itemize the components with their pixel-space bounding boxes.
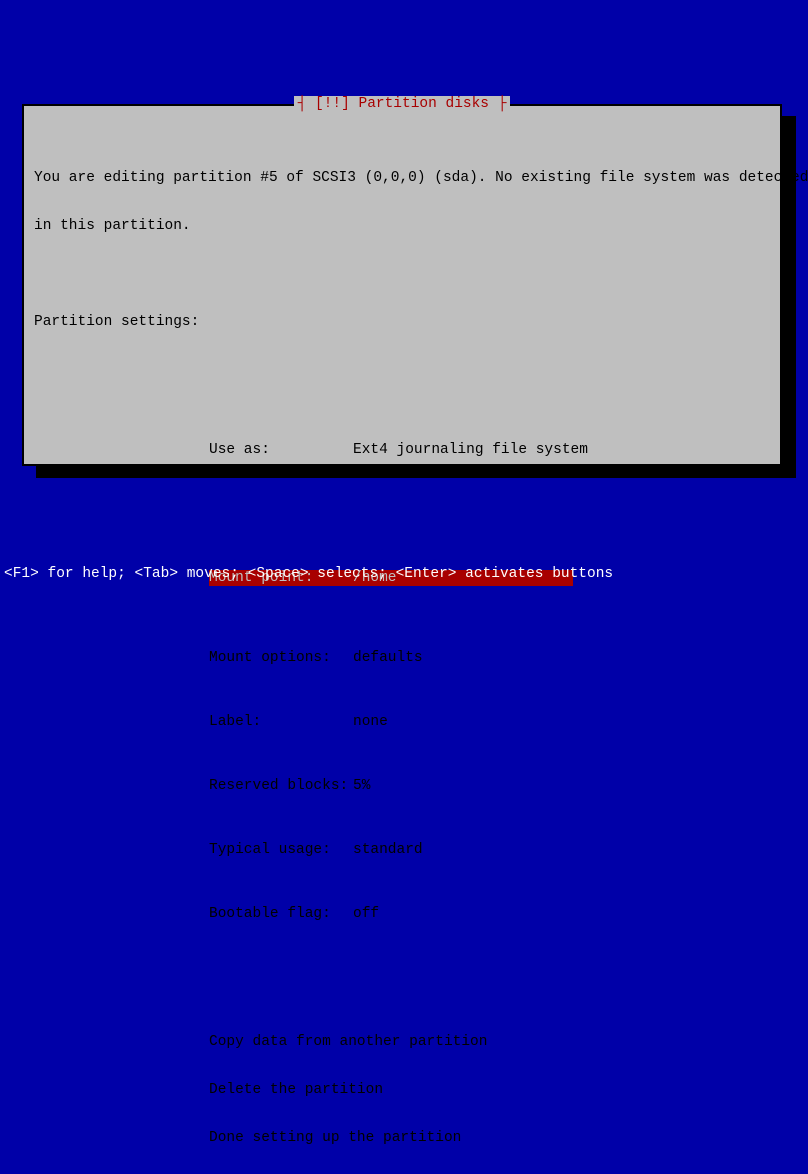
intro-line-2: in this partition.	[34, 218, 770, 234]
blank	[34, 490, 770, 506]
setting-reserved-blocks[interactable]: Reserved blocks: 5%	[34, 778, 770, 794]
intro-line-1: You are editing partition #5 of SCSI3 (0…	[34, 170, 770, 186]
setting-label: Typical usage:	[209, 842, 353, 858]
settings-header: Partition settings:	[34, 314, 770, 330]
setting-value: Ext4 journaling file system	[353, 442, 588, 458]
setting-label: Mount options:	[209, 650, 353, 666]
setting-label: Reserved blocks:	[209, 778, 353, 794]
setting-bootable-flag[interactable]: Bootable flag: off	[34, 906, 770, 922]
partition-dialog: ┤ [!!] Partition disks ├ You are editing…	[22, 104, 782, 466]
blank	[34, 970, 770, 986]
action-done[interactable]: Done setting up the partition	[34, 1130, 770, 1146]
setting-value: none	[353, 714, 388, 730]
dialog-title-wrap: ┤ [!!] Partition disks ├	[24, 96, 780, 112]
blank	[34, 362, 770, 378]
help-footer: <F1> for help; <Tab> moves; <Space> sele…	[0, 566, 808, 582]
setting-label: Use as:	[209, 442, 353, 458]
setting-use-as[interactable]: Use as: Ext4 journaling file system	[34, 442, 770, 458]
setting-mount-options[interactable]: Mount options: defaults	[34, 650, 770, 666]
setting-label-row[interactable]: Label: none	[34, 714, 770, 730]
dialog-content: You are editing partition #5 of SCSI3 (0…	[34, 114, 770, 1174]
action-copy-data[interactable]: Copy data from another partition	[34, 1034, 770, 1050]
setting-value: off	[353, 906, 379, 922]
setting-label: Label:	[209, 714, 353, 730]
action-delete-partition[interactable]: Delete the partition	[34, 1082, 770, 1098]
setting-value: defaults	[353, 650, 423, 666]
setting-value: standard	[353, 842, 423, 858]
blank	[34, 266, 770, 282]
setting-label: Bootable flag:	[209, 906, 353, 922]
setting-value: 5%	[353, 778, 370, 794]
setting-typical-usage[interactable]: Typical usage: standard	[34, 842, 770, 858]
dialog-title: ┤ [!!] Partition disks ├	[294, 96, 511, 112]
